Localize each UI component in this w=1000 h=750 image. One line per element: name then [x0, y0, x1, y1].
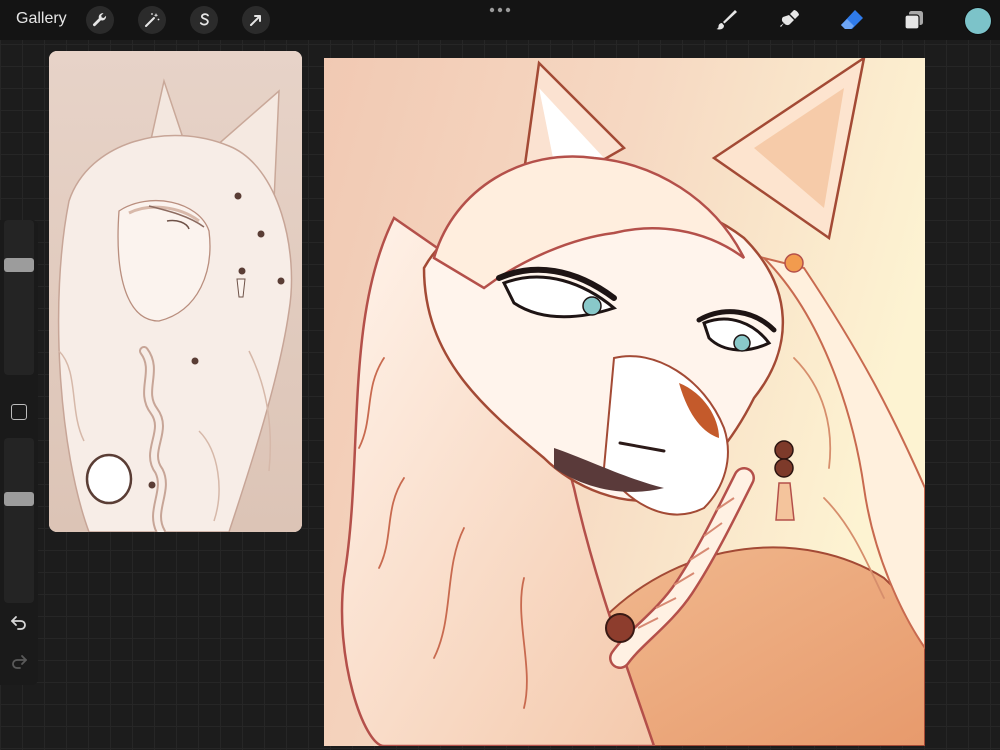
- brush-size-slider[interactable]: [4, 220, 34, 375]
- redo-button[interactable]: [7, 652, 31, 672]
- eraser-button[interactable]: [838, 6, 866, 34]
- smudge-button[interactable]: [776, 6, 804, 34]
- opacity-slider[interactable]: [4, 438, 34, 603]
- opacity-slider-thumb[interactable]: [4, 492, 34, 506]
- wrench-icon: [92, 13, 107, 27]
- layers-button[interactable]: [900, 6, 928, 34]
- selection-s-icon: [199, 13, 209, 26]
- magic-wand-icon: [145, 13, 160, 27]
- sidebar: [0, 220, 38, 685]
- canvas-illustration: [324, 58, 925, 746]
- undo-icon: [11, 616, 26, 630]
- brush-size-slider-thumb[interactable]: [4, 258, 34, 272]
- redo-icon: [12, 655, 27, 669]
- selection-button[interactable]: [190, 6, 218, 34]
- reference-window[interactable]: [49, 51, 302, 532]
- square-icon[interactable]: [11, 404, 27, 420]
- actions-button[interactable]: [86, 6, 114, 34]
- more-dots-icon[interactable]: [488, 6, 512, 14]
- arrow-cursor-icon: [250, 15, 261, 26]
- brush-icon: [716, 10, 737, 30]
- adjustments-button[interactable]: [138, 6, 166, 34]
- smudge-icon: [780, 10, 799, 27]
- eraser-icon: [841, 10, 863, 29]
- layers-icon: [904, 11, 923, 30]
- top-toolbar: Gallery: [0, 0, 1000, 40]
- brush-button[interactable]: [712, 6, 740, 34]
- color-picker-button[interactable]: [965, 8, 991, 34]
- undo-button[interactable]: [7, 613, 31, 633]
- gallery-button[interactable]: Gallery: [16, 10, 67, 28]
- reference-sketch-image: [49, 51, 302, 532]
- transform-button[interactable]: [242, 6, 270, 34]
- drawing-canvas[interactable]: [324, 58, 925, 746]
